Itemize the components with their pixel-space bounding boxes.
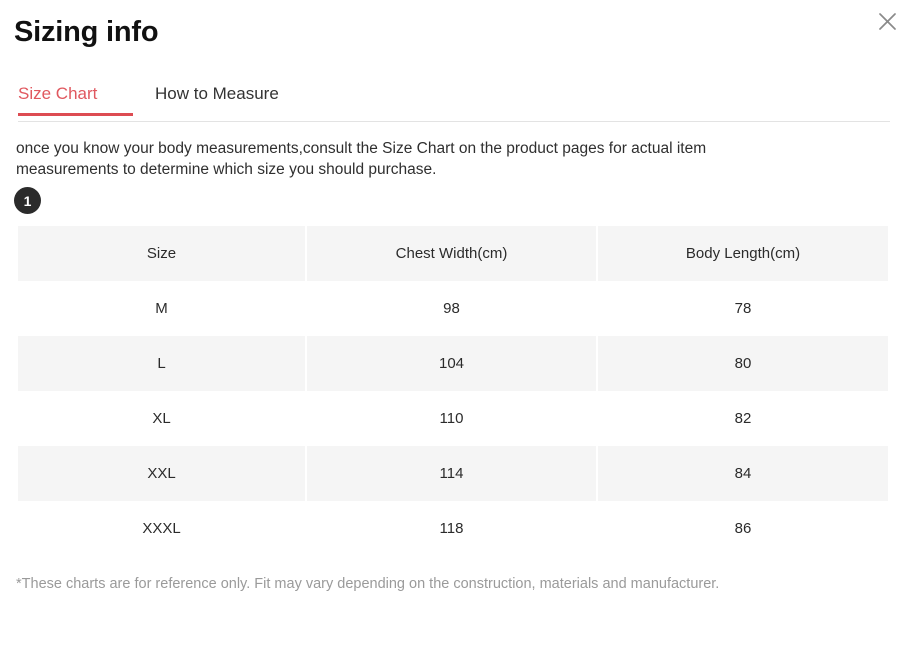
table-row: L 104 80 bbox=[18, 336, 888, 391]
cell-body-length: 82 bbox=[598, 391, 888, 446]
disclaimer-note: *These charts are for reference only. Fi… bbox=[16, 576, 720, 592]
cell-chest-width: 118 bbox=[307, 501, 598, 556]
sizing-description: once you know your body measurements,con… bbox=[16, 140, 707, 178]
table-row: XL 110 82 bbox=[18, 391, 888, 446]
cell-chest-width: 110 bbox=[307, 391, 598, 446]
cell-chest-width: 104 bbox=[307, 336, 598, 391]
tab-bar-divider bbox=[18, 121, 890, 122]
cell-body-length: 86 bbox=[598, 501, 888, 556]
cell-body-length: 78 bbox=[598, 281, 888, 336]
table-header: Size Chest Width(cm) Body Length(cm) bbox=[18, 226, 888, 281]
column-header-chest-width: Chest Width(cm) bbox=[307, 226, 598, 281]
step-badge: 1 bbox=[14, 187, 41, 214]
table-row: XXXL 118 86 bbox=[18, 501, 888, 556]
tab-bar: Size Chart How to Measure bbox=[18, 82, 890, 122]
tabstrip: Size Chart How to Measure bbox=[18, 82, 890, 106]
cell-body-length: 84 bbox=[598, 446, 888, 501]
table-header-row: Size Chest Width(cm) Body Length(cm) bbox=[18, 226, 888, 281]
cell-body-length: 80 bbox=[598, 336, 888, 391]
table-row: M 98 78 bbox=[18, 281, 888, 336]
table-body: M 98 78 L 104 80 XL 110 82 XXL 114 84 XX… bbox=[18, 281, 888, 556]
column-header-size: Size bbox=[18, 226, 307, 281]
table-row: XXL 114 84 bbox=[18, 446, 888, 501]
active-tab-underline bbox=[18, 113, 133, 116]
close-icon-glyph bbox=[878, 12, 896, 30]
sizing-info-modal: Sizing info Size Chart How to Measure on… bbox=[0, 0, 908, 650]
cell-size: M bbox=[18, 281, 307, 336]
close-icon[interactable] bbox=[872, 6, 902, 36]
cell-chest-width: 114 bbox=[307, 446, 598, 501]
cell-size: L bbox=[18, 336, 307, 391]
cell-chest-width: 98 bbox=[307, 281, 598, 336]
tab-size-chart[interactable]: Size Chart bbox=[18, 82, 133, 106]
cell-size: XXL bbox=[18, 446, 307, 501]
column-header-body-length: Body Length(cm) bbox=[598, 226, 888, 281]
tab-how-to-measure[interactable]: How to Measure bbox=[155, 82, 279, 106]
page-title: Sizing info bbox=[14, 16, 159, 48]
cell-size: XXXL bbox=[18, 501, 307, 556]
cell-size: XL bbox=[18, 391, 307, 446]
size-chart-table: Size Chest Width(cm) Body Length(cm) M 9… bbox=[18, 226, 888, 556]
